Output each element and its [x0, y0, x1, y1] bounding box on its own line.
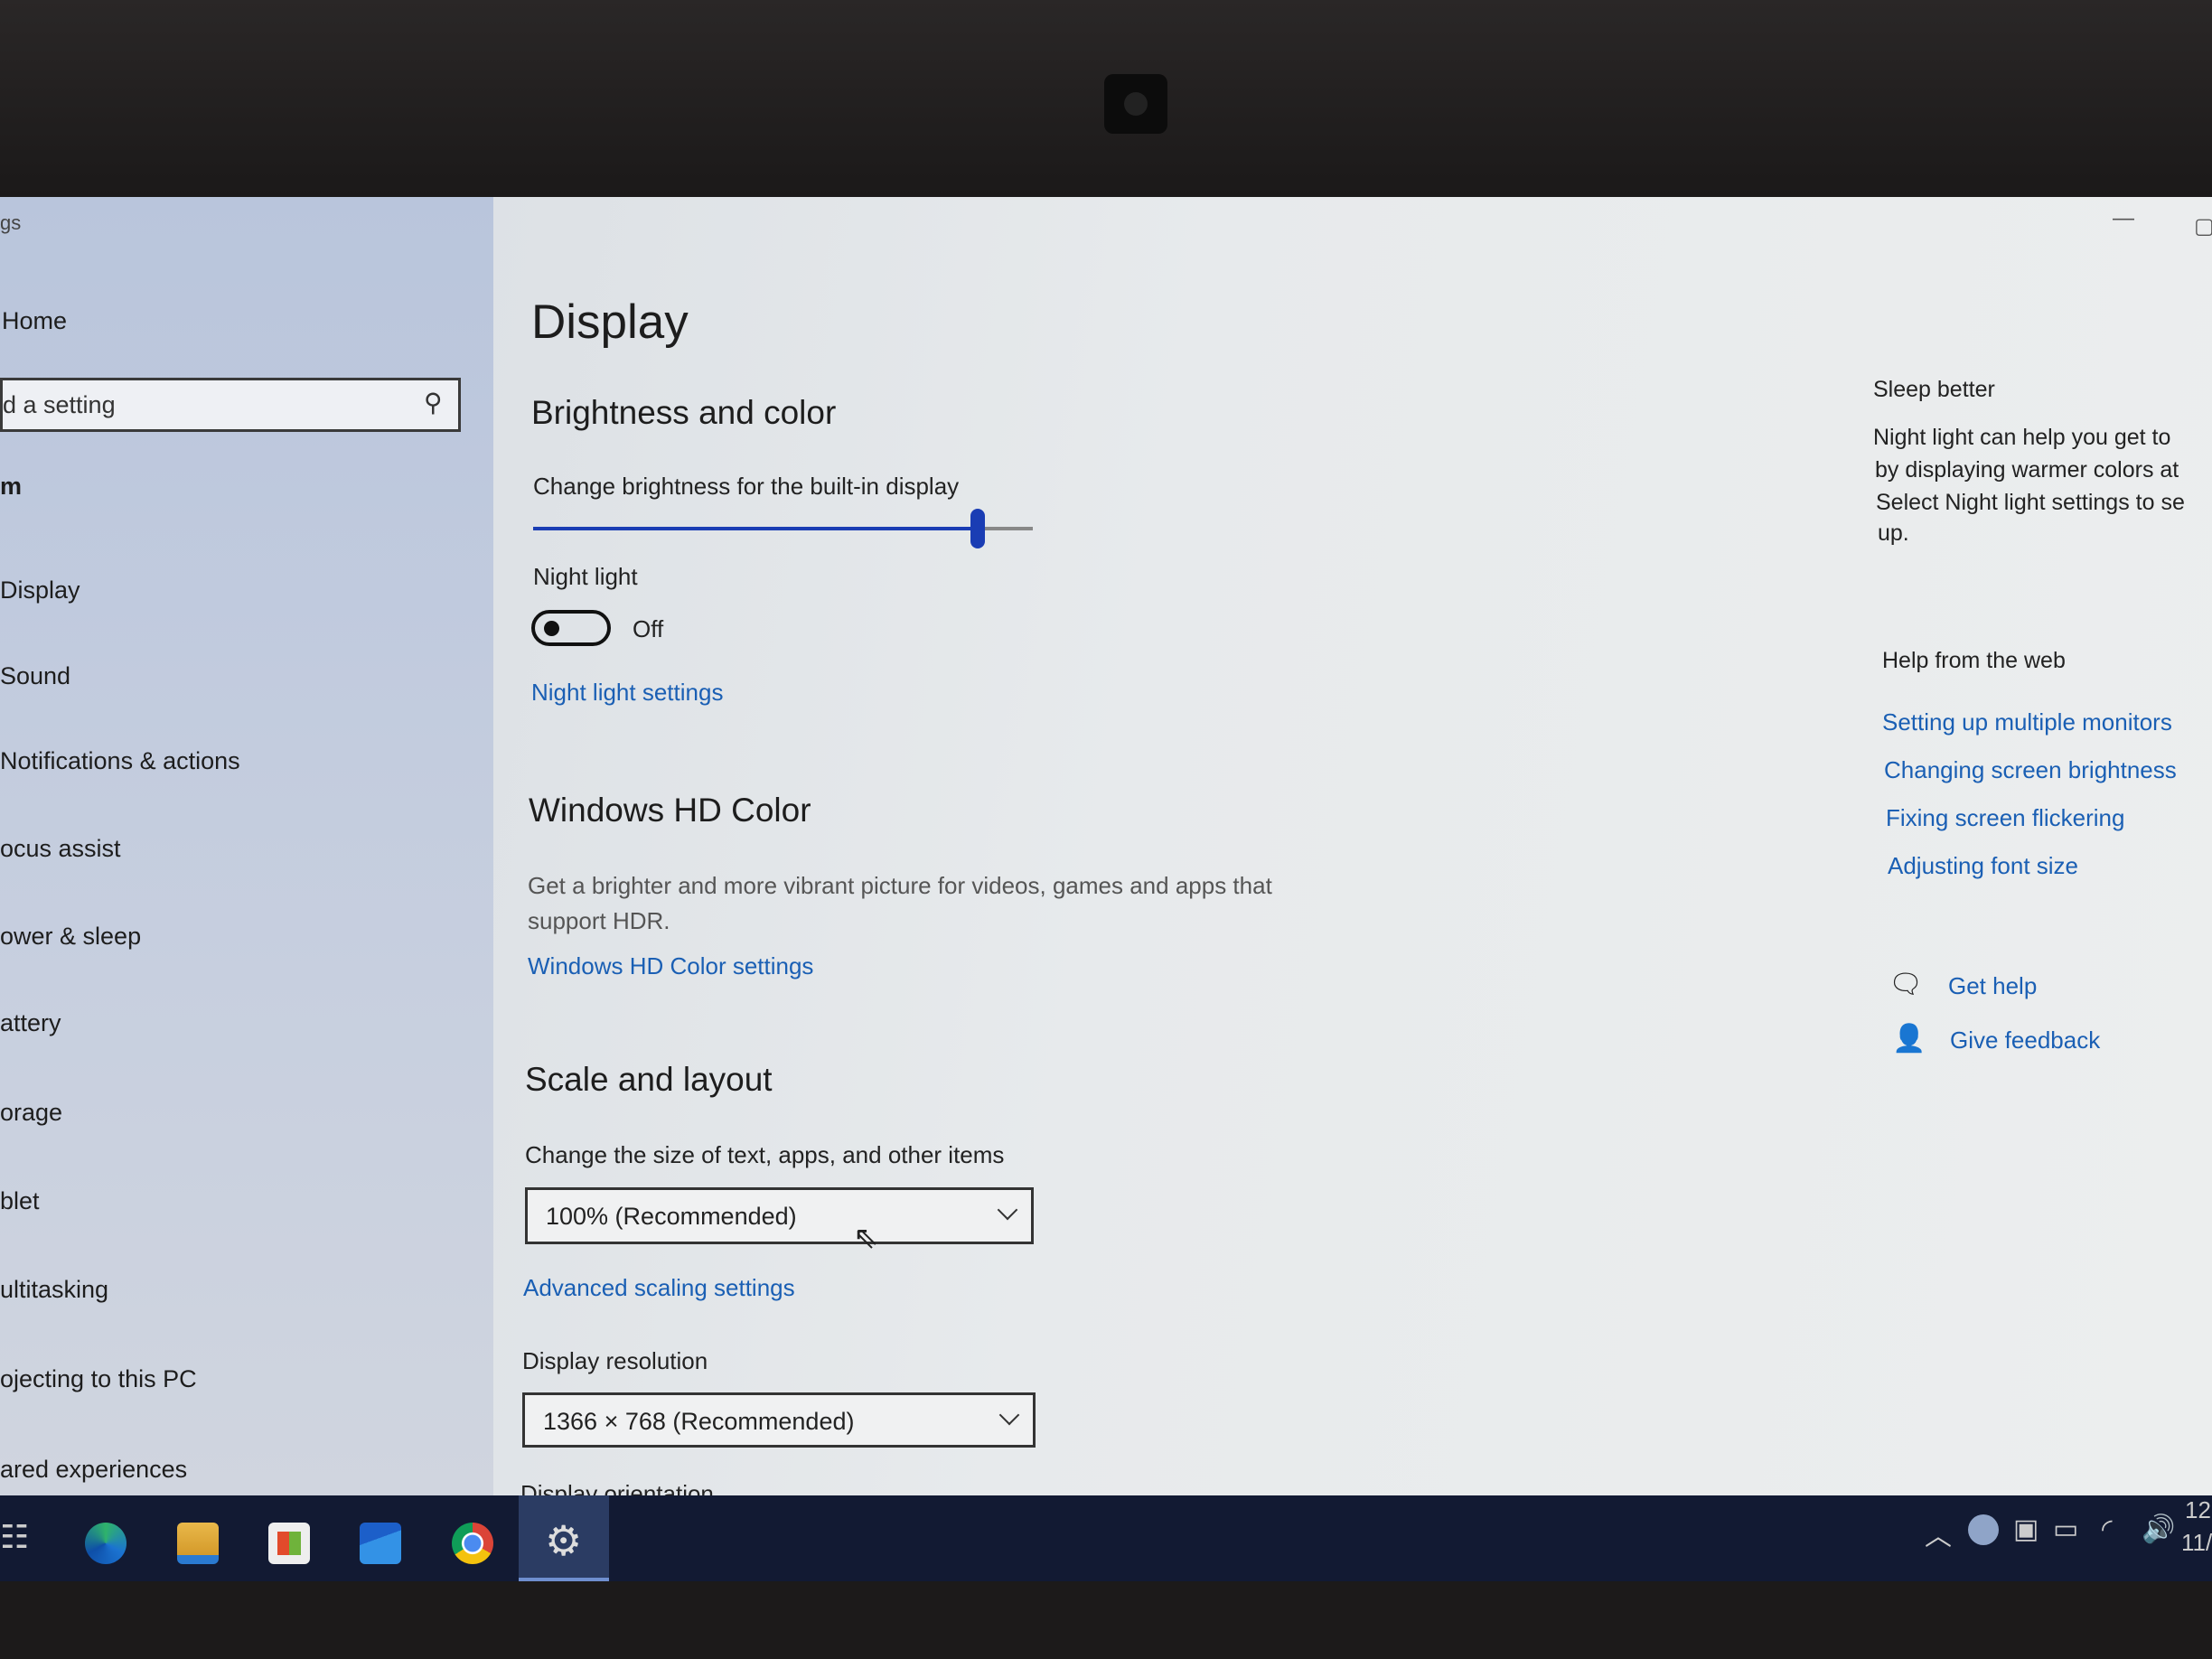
sidebar-item-multitasking[interactable]: ultitasking [0, 1276, 108, 1304]
file-explorer-icon[interactable] [177, 1523, 219, 1564]
give-feedback-icon: 👤 [1892, 1024, 1926, 1054]
scale-value: 100% (Recommended) [546, 1203, 797, 1230]
resolution-label: Display resolution [522, 1347, 708, 1374]
brightness-heading: Brightness and color [531, 394, 837, 431]
sleep-text-4: up. [1878, 520, 1909, 546]
sidebar-item-storage[interactable]: orage [0, 1099, 62, 1127]
get-help-link[interactable]: Get help [1948, 972, 2037, 1000]
hd-color-desc-1: Get a brighter and more vibrant picture … [528, 872, 1272, 899]
help-web-heading: Help from the web [1882, 648, 2066, 673]
scale-label: Change the size of text, apps, and other… [525, 1141, 1005, 1168]
sidebar-item-focus-assist[interactable]: ocus assist [0, 835, 121, 863]
clock-date[interactable]: 11/ [2181, 1529, 2212, 1557]
sidebar-item-tablet[interactable]: blet [0, 1187, 40, 1215]
hd-color-heading: Windows HD Color [529, 792, 811, 829]
window-title: gs [0, 211, 22, 234]
help-link-brightness[interactable]: Changing screen brightness [1884, 756, 2177, 784]
sleep-text-2: by displaying warmer colors at [1875, 457, 2179, 483]
sidebar-item-shared-experiences[interactable]: ared experiences [0, 1456, 187, 1484]
night-light-state: Off [633, 615, 664, 642]
get-help-icon: 🗨 [1889, 970, 1924, 999]
help-link-multiple-monitors[interactable]: Setting up multiple monitors [1882, 708, 2172, 736]
sleep-text-3: Select Night light settings to se [1876, 490, 2185, 515]
brightness-slider-fill [533, 527, 978, 530]
clock-time[interactable]: 12: [2185, 1496, 2212, 1524]
sleep-better-heading: Sleep better [1873, 377, 1995, 402]
sidebar-item-battery[interactable]: attery [0, 1009, 61, 1037]
help-link-flickering[interactable]: Fixing screen flickering [1886, 804, 2124, 832]
chrome-icon[interactable] [452, 1523, 493, 1564]
wifi-icon[interactable]: ◜ [2102, 1514, 2113, 1545]
task-view-icon[interactable]: ☷ [0, 1518, 29, 1556]
scale-dropdown[interactable]: 100% (Recommended) [525, 1187, 1034, 1244]
chevron-down-icon [997, 1199, 1018, 1221]
sidebar-section-system: m [0, 473, 23, 500]
toggle-knob [544, 621, 559, 636]
resolution-value: 1366 × 768 (Recommended) [543, 1408, 855, 1435]
help-link-font-size[interactable]: Adjusting font size [1888, 852, 2078, 880]
night-light-label: Night light [533, 563, 638, 590]
settings-gear-icon[interactable]: ⚙ [545, 1516, 582, 1565]
volume-icon[interactable]: 🔊 [2142, 1514, 2175, 1545]
store-icon[interactable] [268, 1523, 310, 1564]
search-icon: ⚲ [424, 389, 443, 417]
mail-icon[interactable] [360, 1523, 401, 1564]
sidebar-item-sound[interactable]: Sound [0, 662, 70, 690]
battery-icon[interactable]: ▭ [2053, 1514, 2078, 1545]
hd-color-settings-link[interactable]: Windows HD Color settings [528, 952, 813, 980]
sleep-text-1: Night light can help you get to [1873, 425, 2171, 450]
sidebar-item-projecting[interactable]: ojecting to this PC [0, 1365, 197, 1393]
night-light-settings-link[interactable]: Night light settings [531, 679, 723, 707]
scale-heading: Scale and layout [525, 1061, 773, 1098]
sidebar-item-power-sleep[interactable]: ower & sleep [0, 923, 141, 951]
brightness-label: Change brightness for the built-in displ… [533, 473, 960, 500]
page-title: Display [531, 295, 689, 349]
sidebar-item-notifications[interactable]: Notifications & actions [0, 747, 240, 775]
search-placeholder: d a setting [3, 391, 116, 418]
edge-icon[interactable] [85, 1523, 127, 1564]
sidebar-home[interactable]: Home [2, 307, 67, 335]
vpn-key-icon[interactable] [1968, 1514, 1999, 1545]
night-light-toggle[interactable] [531, 610, 611, 646]
advanced-scaling-link[interactable]: Advanced scaling settings [523, 1274, 795, 1302]
camera-icon[interactable]: ▣ [2013, 1514, 2039, 1545]
brightness-slider-thumb[interactable] [970, 509, 985, 548]
give-feedback-link[interactable]: Give feedback [1950, 1026, 2100, 1054]
resolution-dropdown[interactable]: 1366 × 768 (Recommended) [522, 1392, 1036, 1448]
show-hidden-icons-chevron[interactable]: ︿ [1925, 1514, 1952, 1553]
taskbar [0, 1495, 2212, 1581]
webcam [1104, 74, 1167, 134]
minimize-button[interactable]: — [2113, 206, 2134, 231]
hd-color-desc-2: support HDR. [528, 907, 670, 934]
search-input[interactable]: d a setting ⚲ [0, 378, 461, 432]
sidebar-item-display[interactable]: Display [0, 576, 80, 605]
maximize-button[interactable]: ▢ [2194, 213, 2212, 239]
mouse-cursor-icon: ⇖ [853, 1221, 879, 1255]
chevron-down-icon [998, 1404, 1020, 1426]
